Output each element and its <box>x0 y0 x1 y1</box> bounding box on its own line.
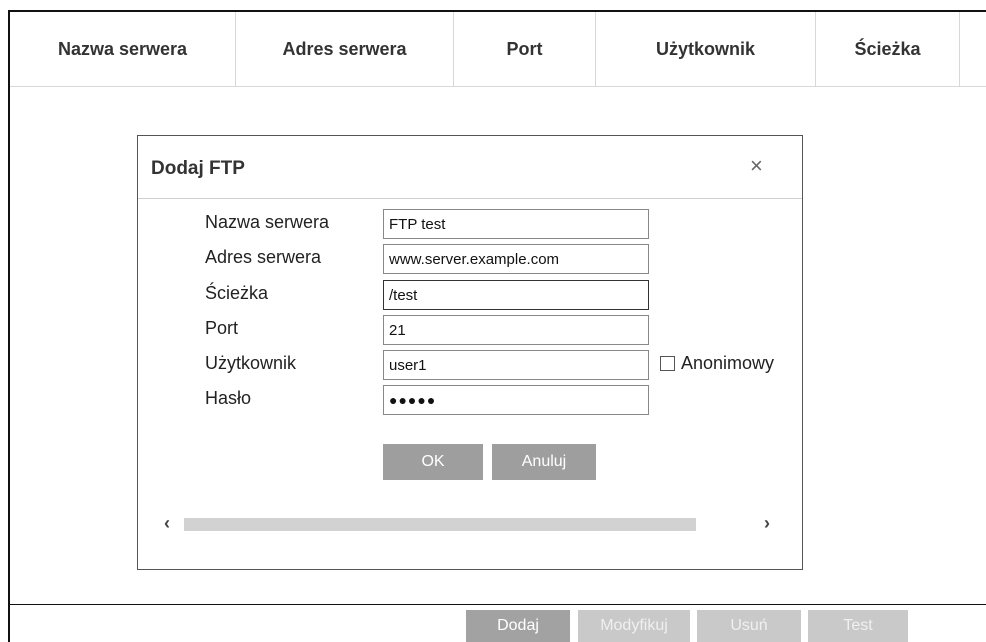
horizontal-scrollbar[interactable]: ‹ › <box>164 513 782 534</box>
password-input[interactable]: ●●●●● <box>383 385 649 415</box>
column-header-extra <box>960 12 986 86</box>
scroll-right-icon[interactable]: › <box>764 513 770 534</box>
test-button[interactable]: Test <box>808 610 908 642</box>
panel-bottom-border <box>8 604 986 605</box>
scroll-left-icon[interactable]: ‹ <box>164 513 170 534</box>
column-header-user[interactable]: Użytkownik <box>596 12 816 86</box>
form-row-server-name: Nazwa serwera FTP test <box>138 209 802 239</box>
modify-button[interactable]: Modyfikuj <box>578 610 690 642</box>
anonymous-checkbox[interactable] <box>660 356 675 371</box>
password-label: Hasło <box>205 388 252 408</box>
column-header-path[interactable]: Ścieżka <box>816 12 960 86</box>
ok-button[interactable]: OK <box>383 444 483 480</box>
server-name-label: Nazwa serwera <box>205 212 330 232</box>
table-header: Nazwa serwera Adres serwera Port Użytkow… <box>10 12 986 86</box>
server-name-input[interactable]: FTP test <box>383 209 649 239</box>
column-header-server-address[interactable]: Adres serwera <box>236 12 454 86</box>
path-label: Ścieżka <box>205 283 269 303</box>
column-header-server-name[interactable]: Nazwa serwera <box>10 12 236 86</box>
form-row-password: Hasło ●●●●● <box>138 385 802 415</box>
user-input[interactable]: user1 <box>383 350 649 380</box>
form-row-port: Port 21 <box>138 315 802 345</box>
table-header-divider <box>10 86 986 87</box>
cancel-button[interactable]: Anuluj <box>492 444 596 480</box>
anonymous-label: Anonimowy <box>681 353 775 373</box>
server-address-input[interactable]: www.server.example.com <box>383 244 649 274</box>
port-input[interactable]: 21 <box>383 315 649 345</box>
anonymous-option[interactable]: Anonimowy <box>660 353 774 374</box>
path-input[interactable]: /test <box>383 280 649 310</box>
user-label: Użytkownik <box>205 353 297 373</box>
server-address-label: Adres serwera <box>205 247 322 267</box>
scrollbar-thumb[interactable] <box>184 518 696 531</box>
close-icon[interactable]: × <box>750 153 763 179</box>
column-header-port[interactable]: Port <box>454 12 596 86</box>
dialog-header: Dodaj FTP × <box>138 136 802 199</box>
add-button[interactable]: Dodaj <box>466 610 570 642</box>
add-ftp-dialog: Dodaj FTP × Nazwa serwera FTP test Adres… <box>137 135 803 570</box>
form-row-user: Użytkownik user1 Anonimowy <box>138 350 802 380</box>
form-row-path: Ścieżka /test <box>138 280 802 310</box>
delete-button[interactable]: Usuń <box>697 610 801 642</box>
dialog-title: Dodaj FTP <box>151 158 245 179</box>
form-row-server-address: Adres serwera www.server.example.com <box>138 244 802 274</box>
port-label: Port <box>205 318 239 338</box>
